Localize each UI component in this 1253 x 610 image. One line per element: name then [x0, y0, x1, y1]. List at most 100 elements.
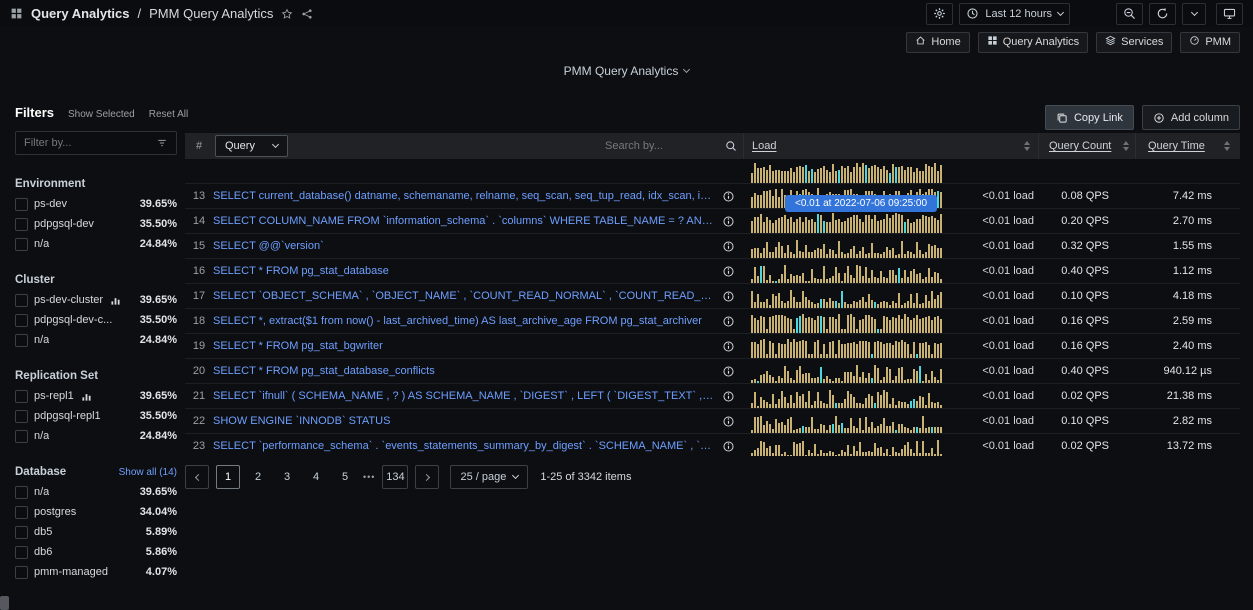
- apps-grid-icon[interactable]: [10, 7, 23, 20]
- refresh-button[interactable]: [1149, 3, 1176, 25]
- copy-link-button[interactable]: Copy Link: [1045, 105, 1134, 130]
- checkbox[interactable]: [15, 486, 28, 499]
- column-query-count[interactable]: Query Count: [1049, 140, 1111, 152]
- filter-item[interactable]: pmm-managed 4.07%: [15, 565, 177, 579]
- filter-search-input[interactable]: [24, 137, 150, 149]
- info-icon[interactable]: [722, 365, 735, 378]
- show-all-link[interactable]: Show all (14): [119, 467, 177, 478]
- nav-button-pmm[interactable]: PMM: [1180, 32, 1240, 53]
- checkbox[interactable]: [15, 566, 28, 579]
- query-link[interactable]: SELECT current_database() datname, schem…: [213, 190, 716, 202]
- checkbox[interactable]: [15, 506, 28, 519]
- dashboard-title[interactable]: PMM Query Analytics: [564, 64, 679, 78]
- filter-item[interactable]: pdpgsql-repl1 35.50%: [15, 409, 177, 423]
- checkbox[interactable]: [15, 334, 28, 347]
- filter-item[interactable]: postgres 34.04%: [15, 505, 177, 519]
- sort-icon-query-count[interactable]: [1123, 141, 1129, 151]
- favorite-star-icon[interactable]: [281, 8, 293, 20]
- breadcrumb-page[interactable]: PMM Query Analytics: [149, 6, 273, 21]
- filter-item[interactable]: n/a 24.84%: [15, 429, 177, 443]
- info-icon[interactable]: [722, 240, 735, 253]
- query-link[interactable]: SELECT * FROM pg_stat_database: [213, 265, 389, 277]
- query-link[interactable]: SELECT `performance_schema` . `events_st…: [213, 440, 716, 452]
- query-link[interactable]: SELECT @@`version`: [213, 240, 324, 252]
- filter-item[interactable]: ps-dev-cluster 39.65%: [15, 293, 177, 307]
- last-page-button[interactable]: 134: [382, 465, 408, 489]
- prev-page-button[interactable]: [185, 465, 209, 489]
- info-icon[interactable]: [722, 415, 735, 428]
- load-sparkline[interactable]: [751, 361, 945, 383]
- query-link[interactable]: SELECT `OBJECT_SCHEMA` , `OBJECT_NAME` ,…: [213, 290, 716, 302]
- checkbox[interactable]: [15, 294, 28, 307]
- scrollbar-thumb[interactable]: [0, 596, 9, 610]
- checkbox[interactable]: [15, 314, 28, 327]
- info-icon[interactable]: [722, 340, 735, 353]
- page-size-select[interactable]: 25 / page: [450, 465, 528, 489]
- info-icon[interactable]: [722, 190, 735, 203]
- query-column-select[interactable]: Query: [215, 135, 288, 157]
- column-load[interactable]: Load: [752, 140, 776, 152]
- chevron-down-icon[interactable]: [683, 66, 690, 73]
- load-sparkline[interactable]: [751, 336, 945, 358]
- filter-item[interactable]: ps-dev 39.65%: [15, 197, 177, 211]
- load-sparkline[interactable]: [751, 161, 945, 183]
- checkbox[interactable]: [15, 218, 28, 231]
- filter-item[interactable]: pdpgsql-dev 35.50%: [15, 217, 177, 231]
- dashboard-settings-button[interactable]: [926, 3, 953, 25]
- mini-chart-icon[interactable]: [80, 390, 93, 403]
- nav-button-home[interactable]: Home: [906, 32, 969, 53]
- add-column-button[interactable]: Add column: [1142, 105, 1240, 130]
- query-link[interactable]: SELECT *, extract($1 from now() - last_a…: [213, 315, 702, 327]
- sort-icon-load[interactable]: [1024, 141, 1030, 151]
- query-link[interactable]: SELECT `ifnull` ( SCHEMA_NAME , ? ) AS S…: [213, 390, 716, 402]
- share-icon[interactable]: [301, 8, 313, 20]
- next-page-button[interactable]: [415, 465, 439, 489]
- filter-item[interactable]: db6 5.86%: [15, 545, 177, 559]
- checkbox[interactable]: [15, 526, 28, 539]
- page-button-1[interactable]: 1: [216, 465, 240, 489]
- info-icon[interactable]: [722, 215, 735, 228]
- load-sparkline[interactable]: [751, 236, 945, 258]
- query-link[interactable]: SELECT COLUMN_NAME FROM `information_sch…: [213, 215, 716, 227]
- filter-item[interactable]: db5 5.89%: [15, 525, 177, 539]
- query-link[interactable]: SHOW ENGINE `INNODB` STATUS: [213, 415, 390, 427]
- checkbox[interactable]: [15, 410, 28, 423]
- checkbox[interactable]: [15, 390, 28, 403]
- filter-item[interactable]: n/a 24.84%: [15, 333, 177, 347]
- load-sparkline[interactable]: [751, 211, 945, 233]
- load-sparkline[interactable]: [751, 311, 945, 333]
- info-icon[interactable]: [722, 390, 735, 403]
- nav-button-query-analytics[interactable]: Query Analytics: [978, 32, 1088, 53]
- info-icon[interactable]: [722, 315, 735, 328]
- checkbox[interactable]: [15, 238, 28, 251]
- page-button-4[interactable]: 4: [305, 465, 327, 489]
- column-query-time[interactable]: Query Time: [1148, 140, 1205, 152]
- page-button-2[interactable]: 2: [247, 465, 269, 489]
- load-sparkline[interactable]: [751, 386, 945, 408]
- checkbox[interactable]: [15, 198, 28, 211]
- query-link[interactable]: SELECT * FROM pg_stat_database_conflicts: [213, 365, 435, 377]
- page-button-5[interactable]: 5: [334, 465, 356, 489]
- filter-item[interactable]: pdpgsql-dev-c... 35.50%: [15, 313, 177, 327]
- nav-button-services[interactable]: Services: [1096, 32, 1172, 53]
- checkbox[interactable]: [15, 546, 28, 559]
- kiosk-mode-button[interactable]: [1216, 3, 1243, 25]
- load-sparkline[interactable]: [751, 261, 945, 283]
- search-icon[interactable]: [725, 140, 737, 152]
- refresh-interval-dropdown[interactable]: [1182, 3, 1206, 25]
- page-button-3[interactable]: 3: [276, 465, 298, 489]
- info-icon[interactable]: [722, 265, 735, 278]
- mini-chart-icon[interactable]: [109, 294, 122, 307]
- sort-icon-query-time[interactable]: [1224, 141, 1230, 151]
- breadcrumb-section[interactable]: Query Analytics: [31, 6, 130, 21]
- load-sparkline[interactable]: [751, 411, 945, 433]
- filter-item[interactable]: n/a 39.65%: [15, 485, 177, 499]
- search-input[interactable]: [605, 140, 717, 152]
- zoom-out-button[interactable]: [1116, 3, 1143, 25]
- filter-item[interactable]: n/a 24.84%: [15, 237, 177, 251]
- filter-item[interactable]: ps-repl1 39.65%: [15, 389, 177, 403]
- load-sparkline[interactable]: [751, 286, 945, 308]
- query-link[interactable]: SELECT * FROM pg_stat_bgwriter: [213, 340, 383, 352]
- checkbox[interactable]: [15, 430, 28, 443]
- info-icon[interactable]: [722, 290, 735, 303]
